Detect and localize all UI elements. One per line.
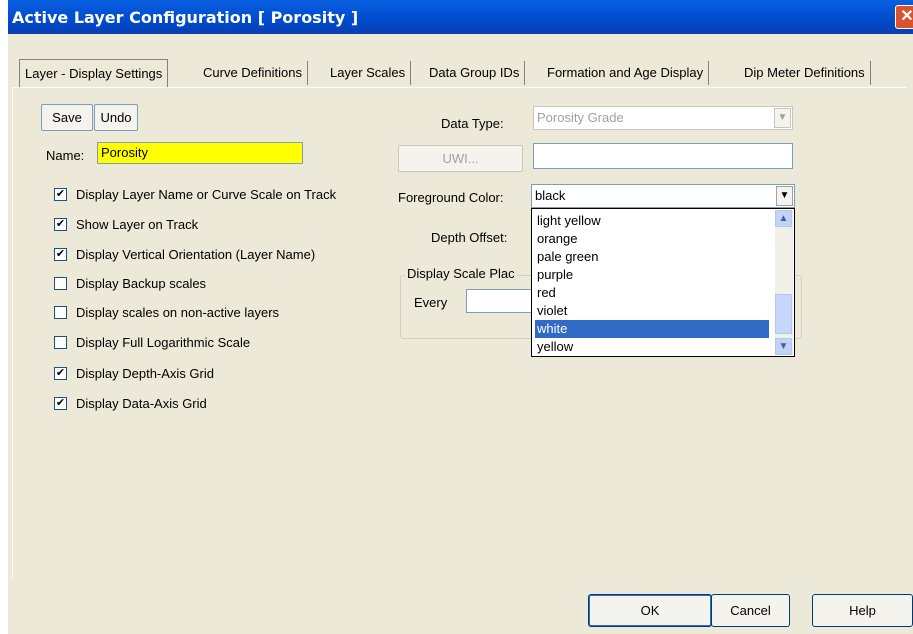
- checkbox-data-axis-grid[interactable]: ✔ Display Data-Axis Grid: [54, 395, 207, 413]
- chevron-down-icon[interactable]: ▼: [776, 186, 793, 206]
- depth-offset-label: Depth Offset:: [431, 230, 508, 245]
- name-label: Name:: [46, 148, 85, 163]
- checkbox-depth-axis-grid[interactable]: ✔ Display Depth-Axis Grid: [54, 365, 214, 383]
- checkbox-full-log-scale[interactable]: Display Full Logarithmic Scale: [54, 334, 250, 352]
- every-label: Every: [414, 295, 448, 310]
- checkbox-label: Display scales on non-active layers: [76, 305, 280, 320]
- list-item[interactable]: yellow: [535, 338, 769, 356]
- data-type-label: Data Type:: [441, 116, 504, 131]
- uwi-button[interactable]: UWI...: [398, 145, 523, 172]
- checkbox-box[interactable]: ✔: [54, 397, 67, 411]
- checkbox-non-active-scales[interactable]: Display scales on non-active layers: [54, 304, 279, 322]
- checkbox-box[interactable]: ✔: [54, 188, 67, 202]
- list-item[interactable]: violet: [535, 302, 769, 320]
- color-dropdown-list[interactable]: light yellow orange pale green purple re…: [531, 208, 795, 357]
- tab-formation-age-display[interactable]: Formation and Age Display: [542, 61, 710, 85]
- help-button[interactable]: Help: [812, 594, 913, 627]
- list-item[interactable]: orange: [535, 230, 769, 248]
- tab-layer-display-settings[interactable]: Layer - Display Settings: [19, 59, 169, 88]
- scrollbar[interactable]: ▲ ▼: [775, 210, 793, 355]
- scrollbar-thumb[interactable]: [775, 294, 792, 334]
- undo-button[interactable]: Undo: [94, 104, 138, 131]
- every-field[interactable]: [466, 289, 536, 313]
- list-item-selected[interactable]: white: [535, 320, 769, 338]
- save-button[interactable]: Save: [41, 104, 93, 131]
- list-item[interactable]: light yellow: [535, 212, 769, 230]
- checkbox-label: Display Full Logarithmic Scale: [76, 335, 251, 350]
- tab-layer-scales[interactable]: Layer Scales: [325, 61, 412, 85]
- group-label: Display Scale Plac: [405, 266, 517, 281]
- tab-dip-meter-definitions[interactable]: Dip Meter Definitions: [739, 61, 871, 85]
- checkbox-box[interactable]: [54, 306, 67, 320]
- uwi-field[interactable]: [533, 143, 793, 169]
- scroll-down-icon[interactable]: ▼: [775, 338, 792, 355]
- name-field[interactable]: Porosity: [97, 142, 303, 164]
- checkbox-label: Display Data-Axis Grid: [76, 396, 207, 411]
- checkbox-show-layer[interactable]: ✔ Show Layer on Track: [54, 216, 198, 234]
- checkbox-box[interactable]: ✔: [54, 248, 67, 262]
- data-type-value: Porosity Grade: [537, 110, 624, 125]
- foreground-color-value: black: [535, 188, 566, 203]
- checkbox-label: Display Depth-Axis Grid: [76, 366, 214, 381]
- checkbox-label: Display Vertical Orientation (Layer Name…: [76, 247, 316, 262]
- window-title: Active Layer Configuration [ Porosity ]: [12, 8, 359, 27]
- checkbox-label: Show Layer on Track: [76, 217, 199, 232]
- ok-button[interactable]: OK: [588, 594, 712, 627]
- checkbox-display-layer-name[interactable]: ✔ Display Layer Name or Curve Scale on Tr…: [54, 186, 336, 204]
- checkbox-box[interactable]: [54, 336, 67, 350]
- checkbox-box[interactable]: ✔: [54, 218, 67, 232]
- list-item[interactable]: red: [535, 284, 769, 302]
- cancel-button[interactable]: Cancel: [711, 594, 790, 627]
- list-item[interactable]: purple: [535, 266, 769, 284]
- list-item[interactable]: pale green: [535, 248, 769, 266]
- title-bar[interactable]: Active Layer Configuration [ Porosity ] …: [8, 0, 913, 34]
- checkbox-label: Display Backup scales: [76, 276, 207, 291]
- checkbox-box[interactable]: ✔: [54, 367, 67, 381]
- tab-data-group-ids[interactable]: Data Group IDs: [424, 61, 526, 85]
- close-icon[interactable]: ✕: [895, 5, 913, 29]
- checkbox-backup-scales[interactable]: Display Backup scales: [54, 275, 206, 293]
- tab-curve-definitions[interactable]: Curve Definitions: [198, 61, 308, 85]
- scroll-up-icon[interactable]: ▲: [775, 210, 792, 227]
- checkbox-label: Display Layer Name or Curve Scale on Tra…: [76, 187, 337, 202]
- chevron-down-icon[interactable]: ▼: [774, 108, 791, 128]
- checkbox-vertical-orientation[interactable]: ✔ Display Vertical Orientation (Layer Nam…: [54, 246, 315, 264]
- checkbox-box[interactable]: [54, 277, 67, 291]
- foreground-color-label: Foreground Color:: [398, 190, 504, 205]
- foreground-color-select[interactable]: black ▼: [531, 184, 795, 208]
- data-type-select[interactable]: Porosity Grade ▼: [533, 106, 793, 130]
